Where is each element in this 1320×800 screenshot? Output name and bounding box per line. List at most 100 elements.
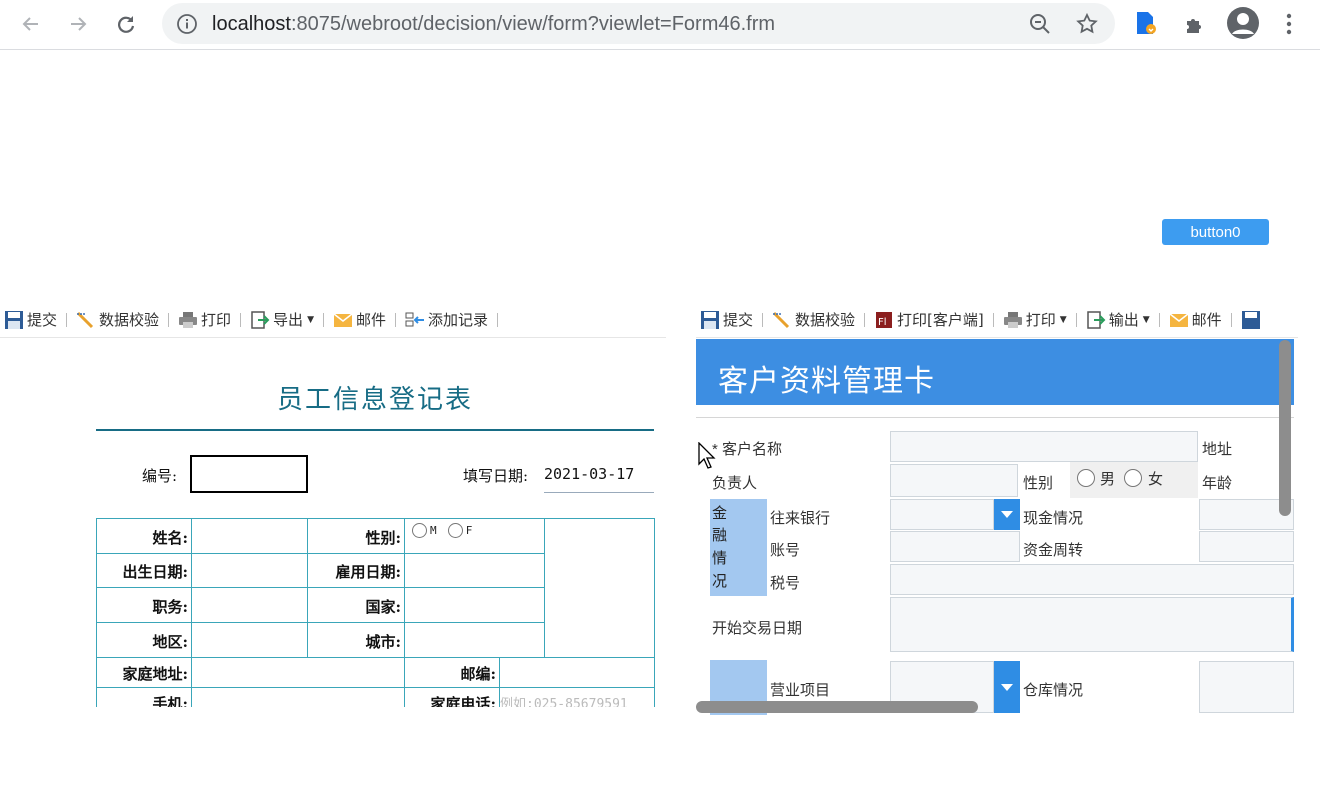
address-bar[interactable]: localhost:8075/webroot/decision/view/for… [162,3,1115,44]
city-label: 城市: [365,633,401,651]
id-label: 编号: [142,467,178,485]
account-label: 账号 [770,542,801,559]
print-button[interactable]: 打印 [174,309,235,330]
turnover-input[interactable] [1199,531,1294,562]
gender-radio-male[interactable] [1077,469,1095,487]
info-icon[interactable] [176,13,198,39]
client-print-button[interactable]: Fl 打印[客户端] [870,309,988,330]
tax-label: 税号 [770,575,801,592]
start-date-input[interactable] [890,597,1294,652]
save-icon [1241,310,1260,329]
mail-label: 邮件 [355,311,386,329]
save-partial-button[interactable] [1237,310,1268,330]
finance-group-char: 情 [712,549,728,567]
toolbar-divider [66,312,68,327]
export-button[interactable]: 导出 ▼ [246,309,318,330]
validate-label: 数据校验 [99,311,160,329]
header-divider [696,417,1294,418]
region-label: 地区: [152,633,188,651]
home-phone-label: 家庭电话: [430,695,496,707]
extension-doc-icon[interactable] [1134,10,1158,40]
gender-radio-f[interactable] [447,523,463,538]
export-icon [251,310,270,329]
business-dropdown-icon[interactable] [994,661,1020,713]
gender-option-m: M [430,524,437,537]
grid-line [96,657,654,658]
toolbar-divider [992,312,994,327]
toolbar-divider [762,312,764,327]
print-label: 打印 [1025,311,1056,329]
export-icon [1086,310,1106,329]
vertical-scrollbar[interactable] [1279,340,1291,516]
add-record-button[interactable]: 添加记录 [401,309,492,330]
url-text[interactable]: localhost:8075/webroot/decision/view/for… [212,13,775,36]
save-icon [5,310,23,329]
start-date-label: 开始交易日期 [712,620,803,637]
toolbar-divider [1230,312,1232,327]
validate-button[interactable]: 数据校验 [72,309,163,330]
zoom-icon[interactable] [1028,12,1052,40]
tax-input[interactable] [890,564,1294,595]
printer-icon [179,311,198,328]
home-phone-input[interactable]: 例如:025-85679591 [500,693,628,707]
bookmark-star-icon[interactable] [1075,12,1099,40]
output-button[interactable]: 输出 ▼ [1082,309,1154,330]
more-menu-icon[interactable] [1284,12,1294,40]
print-label: 打印 [201,311,232,329]
mail-button[interactable]: 邮件 [1165,309,1226,330]
horizontal-scrollbar[interactable] [696,701,978,713]
bank-select[interactable] [890,499,994,530]
url-host: localhost [212,13,291,35]
profile-avatar-icon[interactable] [1226,6,1260,44]
toolbar-divider [1158,312,1160,327]
submit-button[interactable]: 提交 [0,309,61,330]
date-value[interactable]: 2021-03-17 [544,465,634,483]
toolbar-divider [240,312,242,327]
bank-dropdown-icon[interactable] [994,499,1020,530]
customer-name-input[interactable] [890,431,1198,462]
finance-group-char: 金 [712,504,728,522]
gender-label: 性别 [1023,475,1054,492]
chevron-down-icon: ▼ [1059,314,1067,325]
back-arrow-icon[interactable] [17,10,45,38]
forward-arrow-icon[interactable] [64,10,92,38]
submit-label: 提交 [27,311,58,329]
printer-icon [1003,311,1022,328]
bank-label: 往来银行 [770,510,831,527]
pencil-check-icon [772,311,790,328]
gender-radio-m[interactable] [412,523,427,538]
right-toolbar: 提交 数据校验 Fl 打印[客户端] 打印 ▼ 输出 ▼ 邮件 [696,302,1298,338]
position-label: 职务: [152,598,188,616]
id-input[interactable] [190,455,308,493]
pencil-check-icon [76,311,94,328]
mail-button[interactable]: 邮件 [329,309,390,330]
export-label: 导出 [273,311,304,329]
gender-option-female: 女 [1148,471,1164,488]
toolbar-divider [497,312,499,327]
grid-line [654,518,655,707]
date-label: 填写日期: [463,467,529,485]
submit-button[interactable]: 提交 [696,309,757,330]
flash-print-icon: Fl [876,311,893,328]
reload-icon[interactable] [112,10,140,38]
validate-button[interactable]: 数据校验 [768,309,859,330]
gender-radio-female[interactable] [1124,469,1142,487]
print-button[interactable]: 打印 ▼ [999,309,1071,330]
account-input[interactable] [890,531,1020,562]
toolbar-divider [168,312,170,327]
add-record-label: 添加记录 [428,311,489,329]
button0[interactable]: button0 [1162,219,1269,245]
hire-date-label: 雇用日期: [335,563,401,581]
toolbar-divider [864,312,866,327]
mail-icon [333,312,353,327]
manager-input[interactable] [890,464,1018,497]
output-label: 输出 [1108,311,1139,329]
turnover-label: 资金周转 [1023,542,1084,559]
validate-label: 数据校验 [795,311,856,329]
gender-option-f: F [465,524,473,537]
toolbar-divider [1075,312,1077,327]
extensions-puzzle-icon[interactable] [1183,12,1207,40]
grid-line [96,622,544,623]
warehouse-input[interactable] [1199,661,1294,713]
gender-option-male: 男 [1100,471,1116,488]
